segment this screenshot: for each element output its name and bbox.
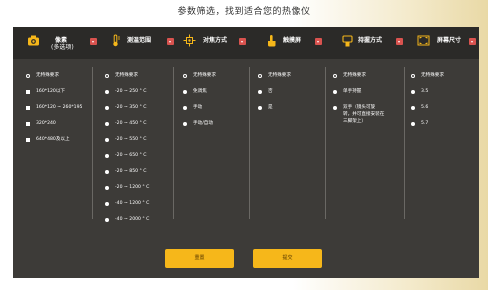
- radio-icon: [105, 106, 109, 110]
- focus-target-icon: [183, 34, 196, 47]
- radio-icon: [26, 74, 30, 78]
- radio-icon: [183, 122, 187, 126]
- radio-icon: [411, 122, 415, 126]
- submit-button[interactable]: 提交: [253, 249, 322, 268]
- radio-icon: [105, 170, 109, 174]
- tab-pixel[interactable]: 像素 (多选项): [27, 27, 97, 59]
- handheld-icon: [342, 35, 353, 47]
- tab-screen-size-label: 屏幕尺寸: [437, 37, 462, 44]
- chevron-down-icon: [90, 38, 97, 45]
- checkbox-icon: [26, 90, 30, 94]
- touch-hand-icon: [268, 35, 276, 47]
- radio-icon: [105, 90, 109, 94]
- screen-size-icon: [417, 35, 430, 46]
- tab-screen-size[interactable]: 屏幕尺寸: [417, 27, 479, 59]
- column-divider: [173, 67, 174, 219]
- page-title: 参数筛选，找到适合您的热像仪: [177, 7, 311, 17]
- tab-touch-label: 触摸屏: [283, 37, 302, 44]
- chevron-down-icon: [239, 38, 246, 45]
- radio-icon: [105, 202, 109, 206]
- column-divider: [325, 67, 326, 219]
- tab-touch[interactable]: 触摸屏: [265, 27, 335, 59]
- chevron-down-icon: [396, 38, 403, 45]
- radio-icon: [183, 74, 187, 78]
- radio-icon: [105, 138, 109, 142]
- radio-icon: [258, 106, 262, 110]
- checkbox-icon: [26, 122, 30, 126]
- filter-tab-bar: 像素 (多选项) 测温范围 对焦方式 触摸屏 持握方式 屏幕尺寸: [13, 27, 479, 59]
- radio-icon: [333, 74, 337, 78]
- radio-icon: [105, 186, 109, 190]
- radio-icon: [105, 122, 109, 126]
- radio-icon: [183, 90, 187, 94]
- radio-icon: [105, 154, 109, 158]
- radio-icon: [183, 106, 187, 110]
- radio-icon: [333, 90, 337, 94]
- checkbox-icon: [26, 138, 30, 142]
- radio-icon: [333, 106, 337, 110]
- tab-grip[interactable]: 持握方式: [341, 27, 411, 59]
- column-divider: [92, 67, 93, 219]
- tab-pixel-sublabel: (多选项): [51, 44, 74, 51]
- tab-focus-label: 对焦方式: [203, 37, 228, 44]
- tab-focus[interactable]: 对焦方式: [183, 27, 253, 59]
- radio-icon: [258, 90, 262, 94]
- radio-icon: [411, 74, 415, 78]
- reset-button[interactable]: 重置: [165, 249, 234, 268]
- radio-icon: [105, 74, 109, 78]
- filter-panel: 像素 (多选项) 测温范围 对焦方式 触摸屏 持握方式 屏幕尺寸 无特殊要求 1…: [13, 27, 479, 278]
- chevron-down-icon: [315, 38, 322, 45]
- chevron-down-icon: [469, 38, 476, 45]
- thermometer-icon: [113, 34, 120, 47]
- column-divider: [404, 67, 405, 219]
- camera-icon: [28, 35, 39, 46]
- tab-grip-label: 持握方式: [358, 37, 383, 44]
- column-divider: [249, 67, 250, 219]
- tab-temp-range[interactable]: 测温范围: [107, 27, 177, 59]
- radio-icon: [411, 90, 415, 94]
- tab-temp-range-label: 测温范围: [127, 37, 152, 44]
- radio-icon: [411, 106, 415, 110]
- chevron-down-icon: [167, 38, 174, 45]
- radio-icon: [258, 74, 262, 78]
- radio-icon: [105, 218, 109, 222]
- checkbox-icon: [26, 106, 30, 110]
